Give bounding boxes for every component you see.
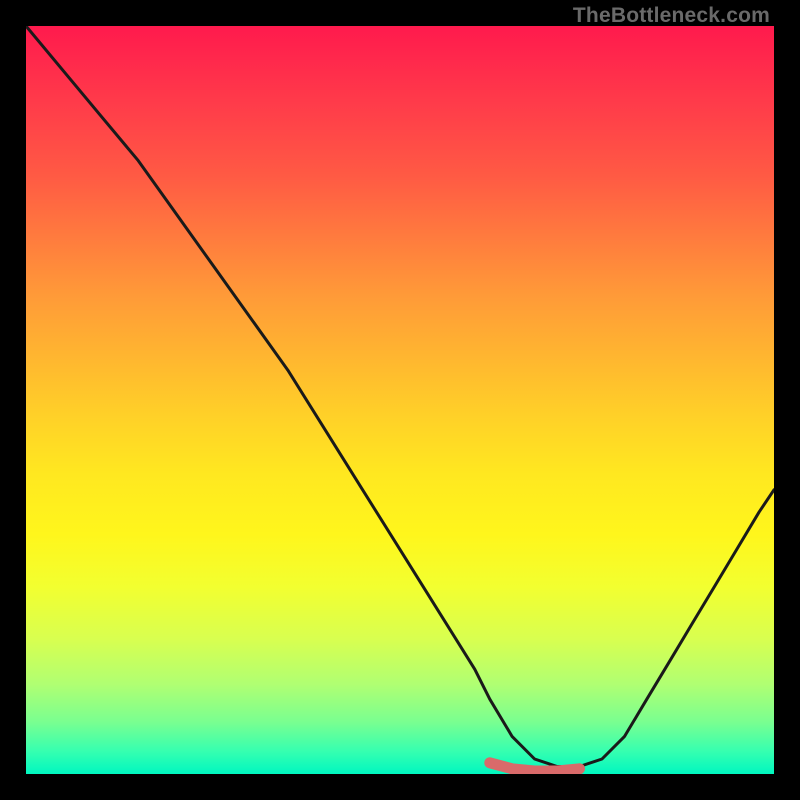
plot-area bbox=[26, 26, 774, 774]
optimal-zone-marker bbox=[490, 763, 580, 771]
watermark-text: TheBottleneck.com bbox=[573, 4, 770, 28]
outer-frame: TheBottleneck.com bbox=[0, 0, 800, 800]
bottleneck-curve bbox=[26, 26, 774, 767]
curve-layer bbox=[26, 26, 774, 774]
